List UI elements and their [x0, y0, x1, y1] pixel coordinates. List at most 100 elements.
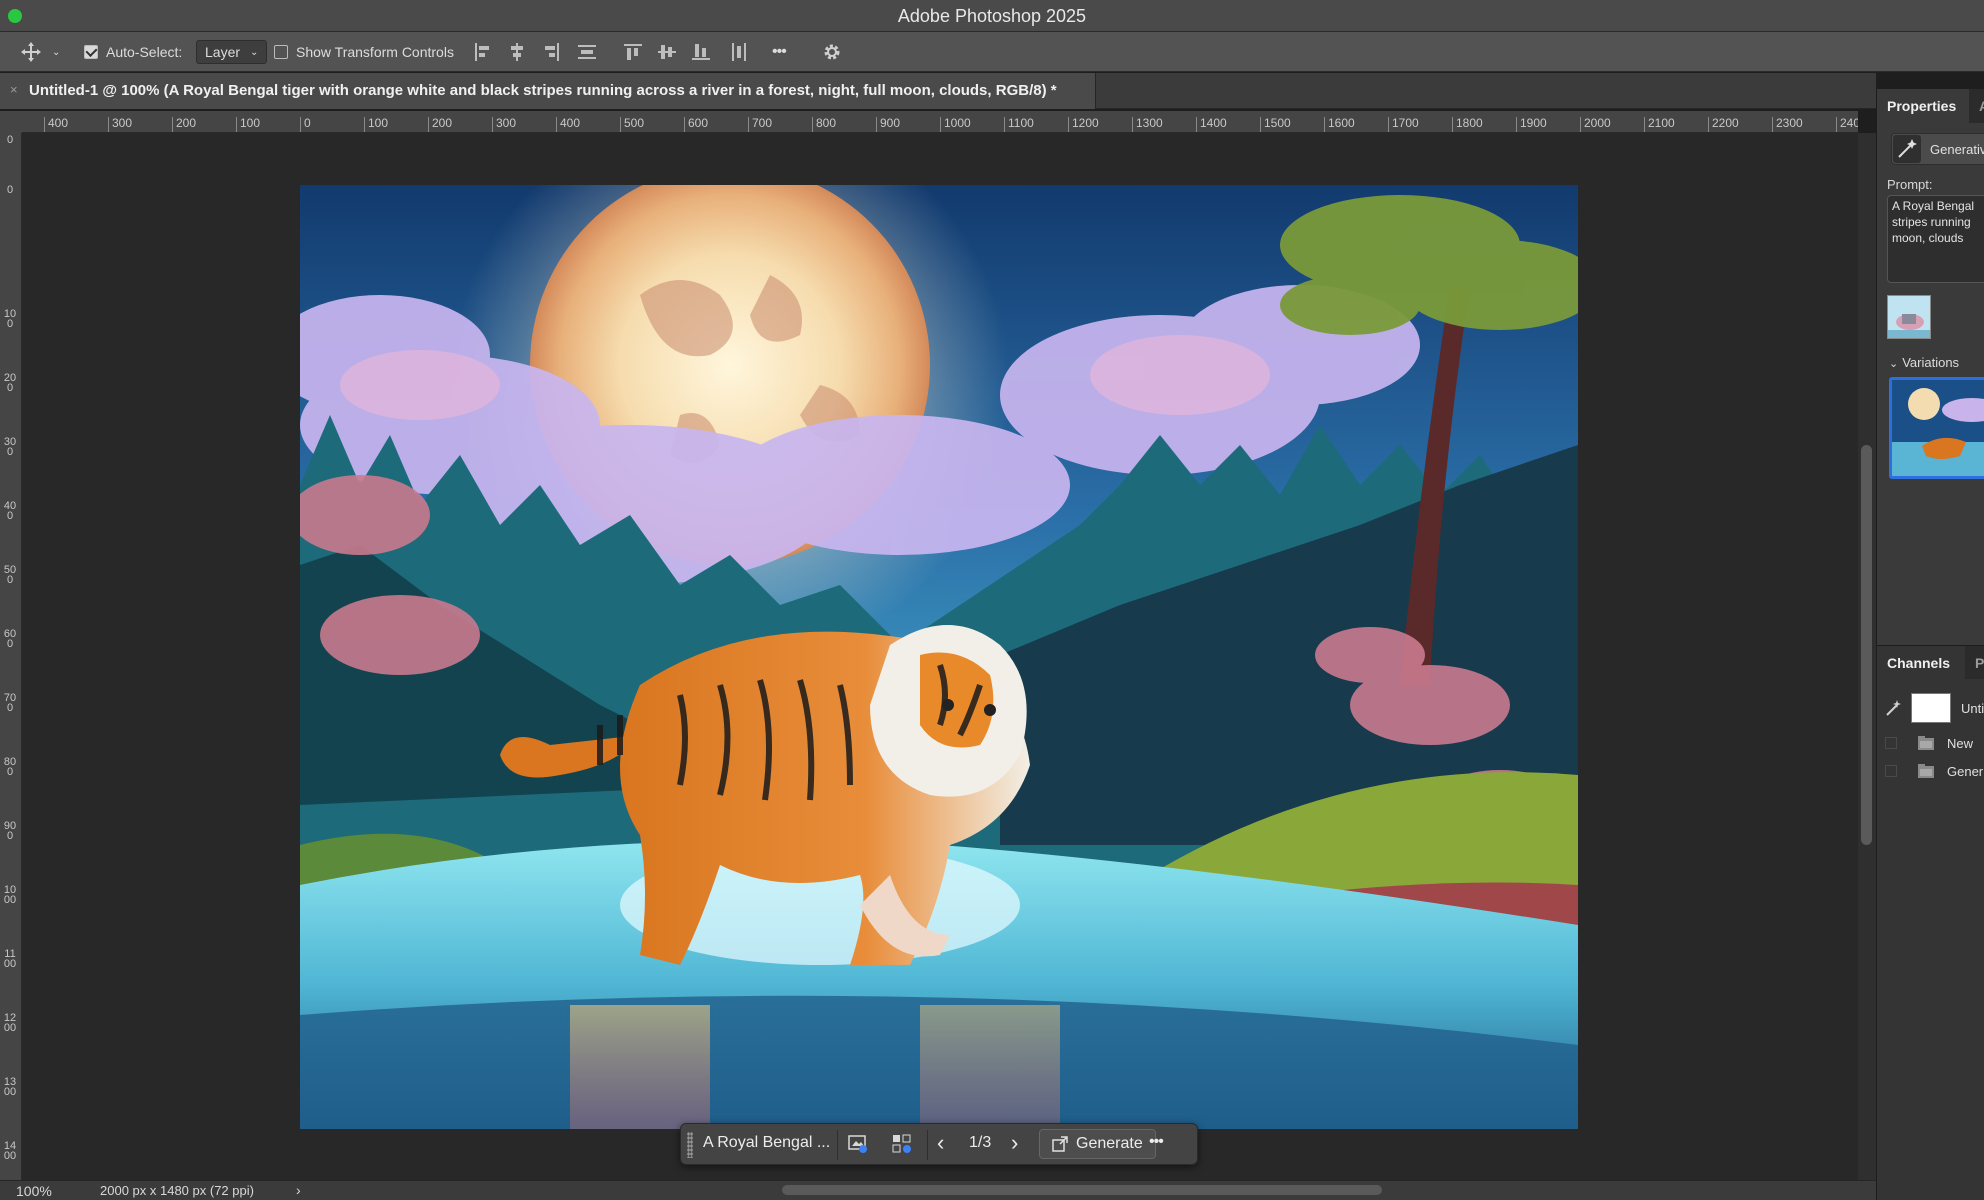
ruler-tick-label: 300	[492, 117, 516, 132]
ruler-tick-label: 0	[6, 184, 14, 196]
distribute-vertical-icon[interactable]	[578, 43, 596, 61]
generated-artwork	[300, 185, 1578, 1129]
ruler-tick-label: 700	[3, 692, 17, 714]
variations-section-toggle[interactable]: ⌄ Variations	[1889, 355, 1959, 370]
ruler-tick-label: 600	[684, 117, 708, 132]
auto-select-checkbox[interactable]: Auto-Select:	[84, 40, 182, 64]
align-bottom-edges-icon[interactable]	[692, 43, 710, 61]
task-bar-more-button[interactable]: •••	[1149, 1133, 1164, 1151]
vertical-scrollbar-thumb[interactable]	[1861, 445, 1872, 845]
zoom-level[interactable]: 100%	[16, 1183, 52, 1199]
ruler-tick-label: 2300	[1772, 117, 1803, 132]
status-bar: 100% 2000 px x 1480 px (72 ppi) ›	[0, 1180, 1876, 1200]
visibility-toggle-icon[interactable]	[1885, 737, 1897, 749]
ruler-tick-label: 1700	[1388, 117, 1419, 132]
layer-thumbnail	[1911, 693, 1951, 723]
layer-row[interactable]: Untit	[1877, 691, 1984, 725]
ruler-tick-label: 800	[3, 756, 17, 778]
auto-select-label: Auto-Select:	[106, 44, 183, 60]
align-left-edges-icon[interactable]	[474, 43, 492, 61]
move-tool-icon[interactable]: ⌄	[20, 40, 60, 64]
drag-handle-icon[interactable]	[687, 1132, 693, 1158]
ruler-tick-label: 1000	[940, 117, 971, 132]
generate-label: Generate	[1076, 1135, 1143, 1152]
vertical-ruler[interactable]: 0 0 100 200 300 400 500 600 700 800 900 1000 1100 120…	[0, 133, 22, 1180]
prompt-preview-button[interactable]: A Royal Bengal ...	[703, 1134, 830, 1152]
ruler-tick-label: 240	[1836, 117, 1858, 132]
align-vertical-centers-icon[interactable]	[658, 43, 676, 61]
generate-button[interactable]: Generate	[1039, 1129, 1156, 1159]
visibility-toggle-icon[interactable]	[1885, 765, 1897, 777]
align-top-edges-icon[interactable]	[624, 43, 642, 61]
checkbox-checked-icon	[84, 45, 98, 59]
auto-select-target-dropdown[interactable]: Layer ⌄	[196, 40, 268, 64]
ruler-tick-label: 1300	[1132, 117, 1163, 132]
ruler-corner	[0, 111, 22, 133]
layer-row[interactable]: New	[1877, 729, 1984, 757]
ruler-tick-label: 2200	[1708, 117, 1739, 132]
layers-panel-tabs: Channels Pa	[1877, 645, 1984, 680]
reference-image-thumbnail[interactable]	[1887, 295, 1931, 339]
properties-panel-tabs: Properties A	[1877, 89, 1984, 123]
layer-name: Gener	[1947, 764, 1984, 779]
ruler-tick-label: 1600	[1324, 117, 1355, 132]
ruler-tick-label: 300	[3, 436, 17, 458]
show-transform-controls-checkbox[interactable]: Show Transform Controls	[274, 40, 454, 64]
ruler-tick-label: 400	[556, 117, 580, 132]
more-options-button[interactable]: •••	[772, 40, 787, 64]
ruler-tick-label: 1400	[3, 1140, 17, 1162]
layer-row[interactable]: Gener	[1877, 757, 1984, 785]
status-menu-arrow-icon[interactable]: ›	[296, 1182, 301, 1198]
contextual-task-bar: A Royal Bengal ... ‹ 1/3 › Generate •••	[680, 1123, 1198, 1165]
ruler-tick-label: 900	[876, 117, 900, 132]
ruler-tick-label: 100	[364, 117, 388, 132]
canvas-image[interactable]	[300, 185, 1578, 1129]
gear-icon[interactable]	[822, 40, 842, 64]
folder-icon	[1917, 735, 1935, 754]
ruler-tick-label: 700	[748, 117, 772, 132]
vertical-scrollbar[interactable]	[1858, 133, 1876, 1180]
next-variation-button[interactable]: ›	[1011, 1130, 1018, 1156]
align-right-edges-icon[interactable]	[542, 43, 560, 61]
ruler-tick-label: 100	[3, 308, 17, 330]
edit-prompt-icon[interactable]	[847, 1133, 869, 1160]
ruler-tick-label: 0	[6, 134, 14, 146]
tab-adjustments[interactable]: A	[1969, 89, 1984, 123]
tab-paths[interactable]: Pa	[1965, 646, 1984, 680]
document-tab-title: Untitled-1 @ 100% (A Royal Bengal tiger …	[29, 82, 1057, 99]
previous-variation-button[interactable]: ‹	[937, 1130, 944, 1156]
ruler-tick-label: 1500	[1260, 117, 1291, 132]
ruler-tick-label: 100	[236, 117, 260, 132]
generative-chip-label: Generative	[1930, 142, 1984, 157]
document-tab[interactable]: × Untitled-1 @ 100% (A Royal Bengal tige…	[0, 73, 1096, 109]
right-panel: Properties A Generative Prompt: A Royal …	[1876, 89, 1984, 1200]
ruler-tick-label: 400	[3, 500, 17, 522]
prompt-label: Prompt:	[1887, 177, 1933, 192]
tab-channels[interactable]: Channels	[1877, 646, 1965, 680]
distribute-horizontal-icon[interactable]	[730, 43, 748, 61]
variations-grid-icon[interactable]	[891, 1133, 913, 1160]
auto-select-target-value: Layer	[205, 44, 241, 60]
layers-panel: Untit New Gener	[1877, 679, 1984, 1200]
title-bar: Adobe Photoshop 2025	[0, 0, 1984, 32]
generative-layer-chip[interactable]: Generative	[1891, 133, 1984, 165]
ruler-tick-label: 1900	[1516, 117, 1547, 132]
close-tab-icon[interactable]: ×	[10, 82, 18, 97]
properties-panel: Generative Prompt: A Royal Bengal stripe…	[1877, 123, 1984, 645]
variation-thumbnail-selected[interactable]	[1889, 377, 1984, 479]
horizontal-ruler[interactable]: 400 300 200 100 0 100 200 300 400 500 600 700 800 900…	[22, 111, 1858, 133]
chevron-down-icon: ⌄	[250, 46, 259, 58]
ruler-tick-label: 1300	[3, 1076, 17, 1098]
folder-icon	[1917, 763, 1935, 782]
generative-sparkle-icon	[1893, 135, 1921, 163]
horizontal-scrollbar-thumb[interactable]	[782, 1185, 1382, 1195]
ruler-tick-label: 200	[3, 372, 17, 394]
chevron-down-icon[interactable]: ⌄	[52, 47, 60, 58]
prompt-textarea[interactable]: A Royal Bengal stripes running moon, clo…	[1887, 195, 1984, 283]
options-bar: ⌄ Auto-Select: Layer ⌄ Show Transform Co…	[0, 32, 1984, 72]
tab-properties[interactable]: Properties	[1877, 89, 1969, 123]
ruler-tick-label: 1200	[1068, 117, 1099, 132]
ruler-tick-label: 800	[812, 117, 836, 132]
align-horizontal-centers-icon[interactable]	[508, 43, 526, 61]
ruler-tick-label: 1100	[1004, 117, 1034, 132]
